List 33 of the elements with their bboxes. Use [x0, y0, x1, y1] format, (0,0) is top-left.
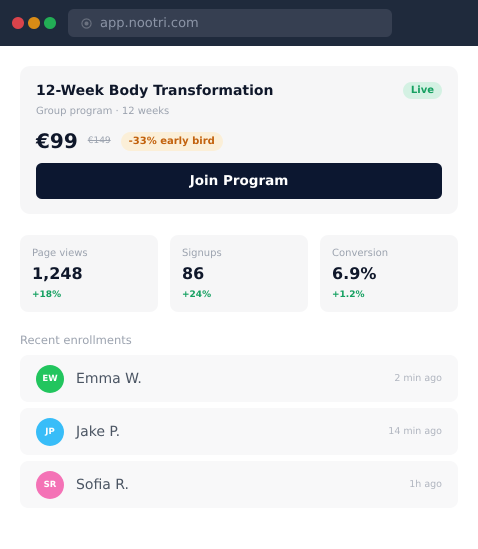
enrollee-name: Emma W.: [76, 370, 143, 386]
stat-change: +1.2%: [332, 290, 365, 300]
stat-change: +18%: [32, 290, 62, 300]
enrollment-time: 2 min ago: [394, 373, 442, 384]
enrollment-time: 1h ago: [409, 479, 442, 490]
program-subtitle: Group program · 12 weeks: [36, 106, 170, 117]
site-icon: [81, 18, 92, 28]
avatar: JP: [36, 418, 64, 446]
enrollee-name: Jake P.: [76, 424, 122, 440]
stat-label: Conversion: [332, 248, 388, 259]
status-badge: Live: [402, 82, 442, 99]
stat-value: 6.9%: [332, 264, 376, 283]
stat-label: Page views: [32, 248, 88, 259]
enrollee-name: Sofia R.: [76, 476, 130, 492]
section-heading: Recent enrollments: [20, 333, 133, 347]
old-price: €149: [88, 136, 111, 146]
discount-badge: -33% early bird: [120, 132, 223, 150]
minimize-icon[interactable]: [28, 17, 40, 29]
avatar: EW: [36, 364, 64, 392]
join-button[interactable]: Join Program: [36, 163, 442, 199]
enrollment-row[interactable]: SR Sofia R. 1h ago: [20, 461, 458, 508]
stat-change: +24%: [182, 290, 212, 300]
program-title: 12-Week Body Transformation: [36, 82, 274, 98]
price: €99: [36, 129, 78, 153]
enrollment-row[interactable]: JP Jake P. 14 min ago: [20, 408, 458, 455]
close-icon[interactable]: [12, 17, 24, 29]
avatar: SR: [36, 470, 64, 498]
stat-value: 86: [182, 264, 204, 283]
enrollment-time: 14 min ago: [388, 426, 442, 437]
enrollment-row[interactable]: EW Emma W. 2 min ago: [20, 355, 458, 402]
stat-label: Signups: [182, 248, 222, 259]
maximize-icon[interactable]: [44, 17, 56, 29]
stat-value: 1,248: [32, 264, 83, 283]
